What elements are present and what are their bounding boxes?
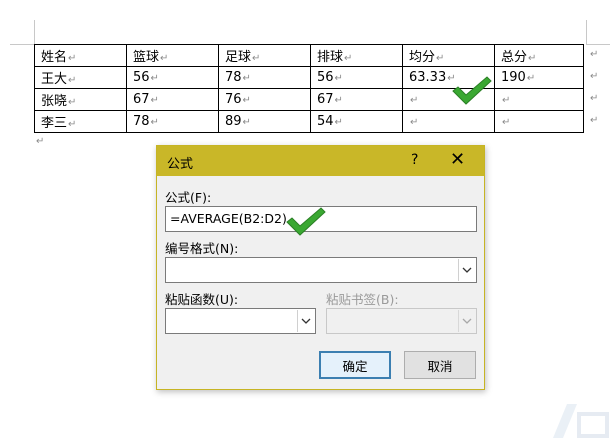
dialog-title: 公式 xyxy=(167,157,194,172)
table-cell[interactable]: ↵ xyxy=(494,88,584,111)
paragraph-mark: ↵ xyxy=(36,136,45,147)
page-guide-left xyxy=(34,20,35,44)
table-cell[interactable]: 89↵ xyxy=(218,110,311,133)
table-cell[interactable]: 王大↵ xyxy=(34,66,127,89)
page-guide-right xyxy=(586,20,587,44)
number-format-combo[interactable] xyxy=(165,257,477,283)
table-cell[interactable]: 78↵ xyxy=(126,110,219,133)
table-cell[interactable]: 总分↵ xyxy=(494,44,584,67)
paste-bookmark-combo xyxy=(326,308,477,334)
number-format-dropdown[interactable] xyxy=(458,259,475,281)
row-end-mark: ↵ xyxy=(590,115,599,126)
checkmark-icon xyxy=(452,76,492,105)
table-cell[interactable]: 76↵ xyxy=(218,88,311,111)
table-header-row: 姓名↵ 篮球↵ 足球↵ 排球↵ 均分↵ 总分↵ xyxy=(34,44,584,67)
table-cell[interactable]: 李三↵ xyxy=(34,110,127,133)
table-cell[interactable]: 足球↵ xyxy=(218,44,311,67)
table-cell[interactable]: 排球↵ xyxy=(310,44,403,67)
formula-dialog: 公式 ? ✕ 公式(F): =AVERAGE(B2:D2) 编号格式(N): 粘… xyxy=(156,145,485,390)
chevron-down-icon xyxy=(462,267,472,273)
help-button[interactable]: ? xyxy=(411,152,418,168)
table-cell[interactable]: ↵ xyxy=(494,110,584,133)
chevron-down-icon xyxy=(462,318,472,324)
ok-button[interactable]: 确定 xyxy=(319,351,391,379)
paste-bookmark-label: 粘贴书签(B): xyxy=(326,292,399,307)
paste-function-label: 粘贴函数(U): xyxy=(165,292,239,307)
table-cell[interactable]: 190↵ xyxy=(494,66,584,89)
close-icon[interactable]: ✕ xyxy=(450,149,465,170)
table-cell[interactable]: ↵ xyxy=(402,110,495,133)
dialog-titlebar[interactable]: 公式 ? ✕ xyxy=(157,146,484,176)
table-row: 王大↵ 56↵ 78↵ 56↵ 63.33↵ 190↵ xyxy=(34,66,584,89)
watermark-logo xyxy=(553,404,609,438)
table-cell[interactable]: 姓名↵ xyxy=(34,44,127,67)
formula-label: 公式(F): xyxy=(165,190,212,205)
table-cell[interactable]: 均分↵ xyxy=(402,44,495,67)
paste-bookmark-dropdown xyxy=(458,310,475,332)
chevron-down-icon xyxy=(301,318,311,324)
table-cell[interactable]: 56↵ xyxy=(310,66,403,89)
row-end-mark: ↵ xyxy=(590,49,599,60)
table-cell[interactable]: 67↵ xyxy=(310,88,403,111)
table-cell[interactable]: 张晓↵ xyxy=(34,88,127,111)
page-guide-top-left xyxy=(10,44,34,45)
table-cell[interactable]: 54↵ xyxy=(310,110,403,133)
checkmark-icon xyxy=(286,207,326,236)
table-row: 张晓↵ 67↵ 76↵ 67↵ ↵ ↵ xyxy=(34,88,584,111)
table-cell[interactable]: 78↵ xyxy=(218,66,311,89)
cancel-button[interactable]: 取消 xyxy=(404,351,476,379)
score-table: 姓名↵ 篮球↵ 足球↵ 排球↵ 均分↵ 总分↵ 王大↵ 56↵ 78↵ 56↵ … xyxy=(34,44,584,133)
page-guide-top-right xyxy=(586,44,610,45)
table-row: 李三↵ 78↵ 89↵ 54↵ ↵ ↵ xyxy=(34,110,584,133)
number-format-label: 编号格式(N): xyxy=(165,241,239,256)
table-cell[interactable]: 67↵ xyxy=(126,88,219,111)
paste-function-combo[interactable] xyxy=(165,308,316,334)
table-cell[interactable]: 篮球↵ xyxy=(126,44,219,67)
table-cell[interactable]: 56↵ xyxy=(126,66,219,89)
row-end-mark: ↵ xyxy=(590,93,599,104)
paste-function-dropdown[interactable] xyxy=(297,310,314,332)
row-end-mark: ↵ xyxy=(590,71,599,82)
